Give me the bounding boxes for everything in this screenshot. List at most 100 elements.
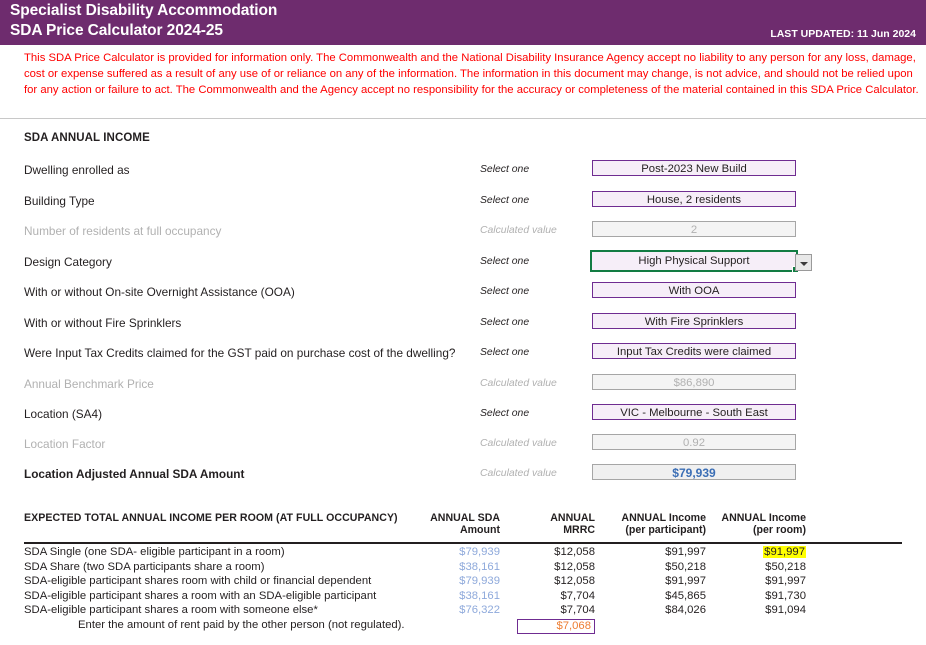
form-row-hint: Select one bbox=[480, 164, 530, 175]
form-calculated-value: $79,939 bbox=[592, 464, 796, 480]
column-header-income-per-participant: ANNUAL Income (per participant) bbox=[600, 512, 706, 536]
column-header-income-per-participant-line1: ANNUAL Income bbox=[621, 512, 706, 524]
form-row: Location Adjusted Annual SDA Amount Calcu… bbox=[0, 464, 926, 488]
chevron-down-glyph bbox=[800, 262, 808, 266]
form-row-hint: Select one bbox=[480, 256, 530, 267]
cell-income-per-participant: $45,865 bbox=[665, 589, 706, 602]
table-row: SDA-eligible participant shares a room w… bbox=[0, 590, 926, 605]
highlighted-value: $91,997 bbox=[763, 546, 806, 558]
cell-annual-mrrc: $7,704 bbox=[560, 604, 595, 617]
cell-income-per-room: $91,997 bbox=[706, 546, 806, 558]
form-calculated-value: $86,890 bbox=[592, 374, 796, 390]
cell-income-per-room: $91,997 bbox=[765, 575, 806, 588]
form-select-value[interactable]: Input Tax Credits were claimed bbox=[592, 343, 796, 359]
form-row-hint: Calculated value bbox=[480, 438, 557, 449]
cell-annual-sda: $38,161 bbox=[459, 589, 500, 602]
form-row: Location (SA4) Select one VIC - Melbourne … bbox=[0, 404, 926, 428]
table-row: SDA Share (two SDA participants share a … bbox=[0, 561, 926, 576]
column-header-annual-sda-line1: ANNUAL SDA bbox=[430, 512, 500, 524]
cell-income-per-participant: $50,218 bbox=[665, 560, 706, 573]
form-row-hint: Calculated value bbox=[480, 225, 557, 236]
app-title-line2: SDA Price Calculator 2024-25 bbox=[10, 22, 223, 39]
cell-annual-mrrc: $12,058 bbox=[554, 546, 595, 558]
form-row-hint: Calculated value bbox=[480, 378, 557, 389]
form-row-hint: Select one bbox=[480, 317, 530, 328]
table-row: SDA-eligible participant shares room wit… bbox=[0, 575, 926, 590]
income-table-rule bbox=[24, 542, 902, 544]
form-row: Annual Benchmark Price Calculated value $8… bbox=[0, 374, 926, 398]
form-row-label: Design Category bbox=[24, 255, 112, 269]
table-row-label: SDA-eligible participant shares room wit… bbox=[24, 575, 372, 588]
cell-income-per-room: $91,094 bbox=[765, 604, 806, 617]
form-calculated-value: 0.92 bbox=[592, 434, 796, 450]
table-row: SDA Single (one SDA- eligible participan… bbox=[0, 546, 926, 561]
column-header-annual-mrrc-line1: ANNUAL bbox=[550, 512, 595, 524]
cell-income-per-participant: $84,026 bbox=[665, 604, 706, 617]
chevron-down-icon[interactable] bbox=[795, 254, 812, 271]
table-row-label: SDA Single (one SDA- eligible participan… bbox=[24, 546, 285, 558]
form-row: With or without Fire Sprinklers Select on… bbox=[0, 313, 926, 337]
form-row-label: Location (SA4) bbox=[24, 407, 103, 421]
form-row: Were Input Tax Credits claimed for the G… bbox=[0, 343, 926, 367]
form-row: Building Type Select one House, 2 resident… bbox=[0, 191, 926, 215]
form-row-label: Location Adjusted Annual SDA Amount bbox=[24, 467, 245, 481]
table-row-label: SDA Share (two SDA participants share a … bbox=[24, 560, 265, 573]
table-row-label: SDA-eligible participant shares a room w… bbox=[24, 604, 318, 617]
rent-entry-row: Enter the amount of rent paid by the oth… bbox=[0, 619, 926, 634]
column-header-annual-sda: ANNUAL SDA Amount bbox=[400, 512, 500, 536]
form-row-hint: Select one bbox=[480, 286, 530, 297]
form-row-label: With or without Fire Sprinklers bbox=[24, 316, 182, 330]
form-select-value[interactable]: With OOA bbox=[592, 282, 796, 298]
last-updated-label: LAST UPDATED: 11 Jun 2024 bbox=[770, 28, 916, 40]
cell-income-per-room: $50,218 bbox=[765, 560, 806, 573]
cell-annual-mrrc: $7,704 bbox=[560, 589, 595, 602]
form-row-label: Location Factor bbox=[24, 437, 106, 451]
app-title-line1: Specialist Disability Accommodation bbox=[10, 2, 278, 19]
header-divider bbox=[0, 118, 926, 119]
column-header-annual-sda-line2: Amount bbox=[459, 524, 500, 536]
form-select-value[interactable]: House, 2 residents bbox=[592, 191, 796, 207]
column-header-income-per-room-line1: ANNUAL Income bbox=[721, 512, 806, 524]
form-select-value[interactable]: Post-2023 New Build bbox=[592, 160, 796, 176]
cell-income-per-participant: $91,997 bbox=[665, 575, 706, 588]
form-row-label: Number of residents at full occupancy bbox=[24, 224, 222, 238]
column-header-income-per-room: ANNUAL Income (per room) bbox=[706, 512, 806, 536]
form-row-label: Were Input Tax Credits claimed for the G… bbox=[24, 346, 456, 360]
form-row-hint: Select one bbox=[480, 195, 530, 206]
cell-annual-sda: $76,322 bbox=[459, 604, 500, 617]
form-row: With or without On-site Overnight Assist… bbox=[0, 282, 926, 306]
column-header-income-per-room-line2: (per room) bbox=[753, 524, 806, 536]
cell-annual-sda: $38,161 bbox=[459, 560, 500, 573]
form-select-value[interactable]: VIC - Melbourne - South East bbox=[592, 404, 796, 420]
cell-annual-sda: $79,939 bbox=[459, 575, 500, 588]
column-header-annual-mrrc: ANNUAL MRRC bbox=[505, 512, 595, 536]
income-table-title: EXPECTED TOTAL ANNUAL INCOME PER ROOM (A… bbox=[24, 512, 398, 524]
form-row: Design Category Select one High Physical S… bbox=[0, 250, 926, 276]
rent-entry-label: Enter the amount of rent paid by the oth… bbox=[78, 619, 405, 631]
design-category-dropdown[interactable]: High Physical Support bbox=[590, 250, 799, 273]
form-row-hint: Select one bbox=[480, 408, 530, 419]
form-select-value[interactable]: With Fire Sprinklers bbox=[592, 313, 796, 329]
form-row: Location Factor Calculated value 0.92 bbox=[0, 434, 926, 458]
column-header-annual-mrrc-line2: MRRC bbox=[563, 524, 595, 536]
form-row: Number of residents at full occupancy Cal… bbox=[0, 221, 926, 245]
cell-annual-sda: $79,939 bbox=[459, 546, 500, 558]
cell-annual-mrrc: $12,058 bbox=[554, 560, 595, 573]
app-header: Specialist Disability Accommodation SDA … bbox=[0, 0, 926, 45]
disclaimer-text: This SDA Price Calculator is provided fo… bbox=[24, 52, 919, 97]
form-row-label: With or without On-site Overnight Assist… bbox=[24, 285, 295, 299]
form-calculated-value: 2 bbox=[592, 221, 796, 237]
table-row-label: SDA-eligible participant shares a room w… bbox=[24, 589, 377, 602]
rent-amount-input[interactable]: $7,068 bbox=[517, 619, 595, 634]
section-title-sda-annual-income: SDA ANNUAL INCOME bbox=[24, 132, 150, 144]
cell-income-per-participant: $91,997 bbox=[665, 546, 706, 558]
form-row-label: Annual Benchmark Price bbox=[24, 377, 154, 391]
cell-annual-mrrc: $12,058 bbox=[554, 575, 595, 588]
form-row: Dwelling enrolled as Select one Post-2023 … bbox=[0, 160, 926, 184]
form-row-hint: Calculated value bbox=[480, 468, 557, 479]
column-header-income-per-participant-line2: (per participant) bbox=[625, 524, 706, 536]
form-row-label: Dwelling enrolled as bbox=[24, 163, 130, 177]
table-row: SDA-eligible participant shares a room w… bbox=[0, 604, 926, 619]
form-row-label: Building Type bbox=[24, 194, 95, 208]
form-row-hint: Select one bbox=[480, 347, 530, 358]
